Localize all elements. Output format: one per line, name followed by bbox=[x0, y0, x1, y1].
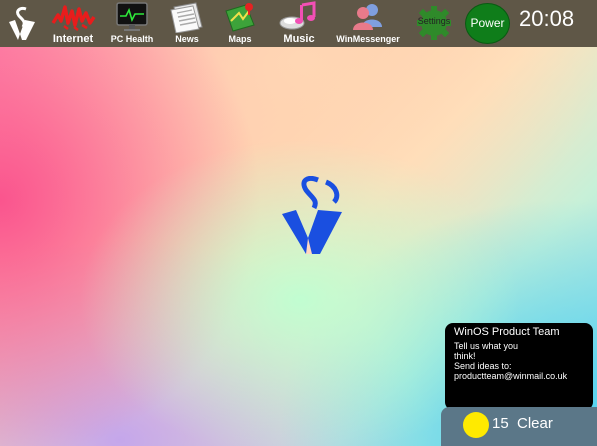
weather-condition: Clear bbox=[517, 415, 553, 432]
news-icon bbox=[170, 2, 203, 33]
app-internet[interactable]: Internet bbox=[50, 1, 96, 46]
notification-popup[interactable]: WinOS Product Team Tell us what you thin… bbox=[445, 323, 593, 410]
notification-title: WinOS Product Team bbox=[454, 326, 560, 338]
app-pc-health[interactable]: PC Health bbox=[108, 1, 156, 46]
app-label: Internet bbox=[52, 33, 94, 45]
app-label: Maps bbox=[228, 34, 252, 44]
app-maps[interactable]: Maps bbox=[221, 1, 259, 46]
weather-temperature: 15 bbox=[492, 415, 509, 432]
messenger-icon bbox=[353, 4, 382, 30]
maps-icon bbox=[225, 3, 255, 32]
taskbar: Internet PC Health News Maps Music WinMe… bbox=[0, 0, 597, 47]
weather-widget[interactable]: 15 Clear bbox=[441, 407, 597, 446]
app-winmessenger[interactable]: WinMessenger bbox=[334, 1, 402, 46]
app-news[interactable]: News bbox=[166, 1, 208, 46]
app-music[interactable]: Music bbox=[276, 1, 322, 46]
settings-label: Settings bbox=[417, 16, 451, 26]
winos-logo bbox=[282, 176, 342, 254]
app-label: WinMessenger bbox=[336, 34, 400, 44]
start-button[interactable] bbox=[6, 6, 38, 42]
clock: 20:08 bbox=[519, 6, 575, 31]
settings-button[interactable]: Settings bbox=[414, 5, 454, 41]
app-label: PC Health bbox=[110, 34, 154, 44]
app-label: News bbox=[175, 34, 199, 44]
app-label: Music bbox=[283, 33, 315, 45]
music-icon bbox=[279, 1, 316, 30]
pc-health-icon bbox=[116, 2, 148, 31]
sun-icon bbox=[463, 412, 489, 438]
notification-body: Tell us what you think! Send ideas to: p… bbox=[454, 341, 568, 381]
internet-icon bbox=[51, 5, 96, 31]
power-button[interactable]: Power bbox=[465, 3, 510, 44]
